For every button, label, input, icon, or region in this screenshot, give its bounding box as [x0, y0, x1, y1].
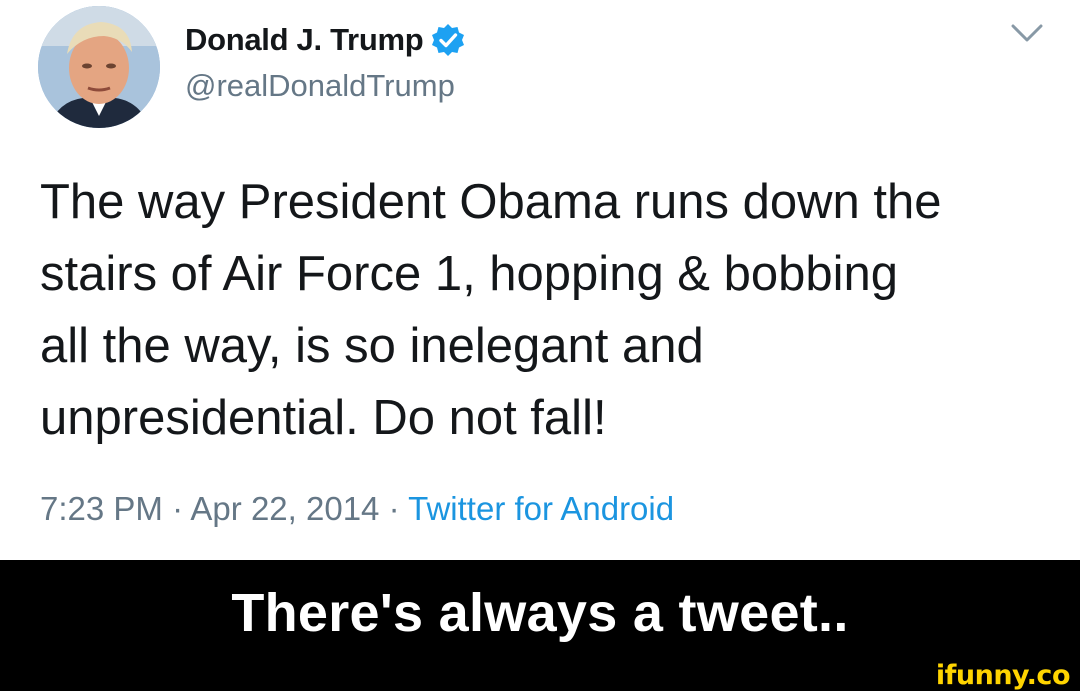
tweet-card: Donald J. Trump @realDonaldTrump The way…	[0, 0, 1080, 560]
meme-image: Donald J. Trump @realDonaldTrump The way…	[0, 0, 1080, 691]
tweet-metadata: 7:23 PM · Apr 22, 2014 · Twitter for And…	[40, 490, 674, 528]
ifunny-watermark: ifunny.co	[935, 660, 1071, 691]
tweet-source-link[interactable]: Twitter for Android	[408, 490, 674, 527]
author-name-row[interactable]: Donald J. Trump	[185, 20, 465, 60]
chevron-down-icon[interactable]	[1010, 22, 1044, 46]
meme-caption: There's always a tweet..	[231, 583, 849, 643]
tweet-time[interactable]: 7:23 PM	[40, 490, 163, 527]
meta-separator: ·	[379, 490, 409, 527]
avatar[interactable]	[38, 6, 160, 128]
avatar-portrait-icon	[38, 6, 160, 128]
user-handle[interactable]: @realDonaldTrump	[185, 68, 455, 104]
display-name[interactable]: Donald J. Trump	[185, 22, 424, 58]
caption-bar: There's always a tweet.. ifunny.co	[0, 560, 1080, 691]
meta-separator: ·	[162, 490, 191, 527]
tweet-date[interactable]: Apr 22, 2014	[190, 490, 379, 527]
tweet-text: The way President Obama runs down the st…	[40, 175, 942, 445]
verified-badge-icon	[432, 24, 465, 56]
